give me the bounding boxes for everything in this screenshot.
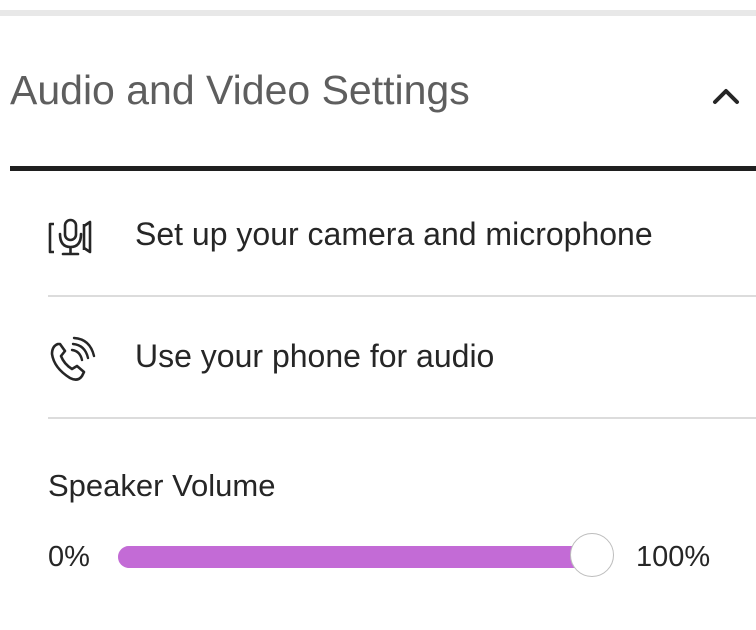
top-divider (0, 10, 756, 16)
header-divider (10, 166, 756, 171)
camera-microphone-setup-button[interactable]: Set up your camera and microphone (48, 176, 756, 296)
camera-microphone-label: Set up your camera and microphone (135, 216, 653, 252)
slider-thumb[interactable] (570, 533, 614, 577)
phone-audio-icon (50, 336, 96, 381)
phone-audio-label: Use your phone for audio (135, 338, 495, 374)
phone-audio-button[interactable]: Use your phone for audio (48, 298, 756, 418)
volume-max-label: 100% (636, 541, 711, 573)
slider-fill (118, 546, 592, 568)
volume-min-label: 0% (48, 541, 90, 573)
option-divider (48, 417, 756, 419)
camera-microphone-icon (48, 218, 92, 256)
option-divider (48, 295, 756, 297)
section-title: Audio and Video Settings (10, 67, 470, 113)
audio-video-settings-header[interactable]: Audio and Video Settings (0, 40, 756, 140)
speaker-volume-slider[interactable] (118, 533, 618, 581)
chevron-up-icon[interactable] (706, 76, 746, 116)
slider-track (118, 546, 592, 568)
speaker-volume-title: Speaker Volume (48, 468, 276, 503)
